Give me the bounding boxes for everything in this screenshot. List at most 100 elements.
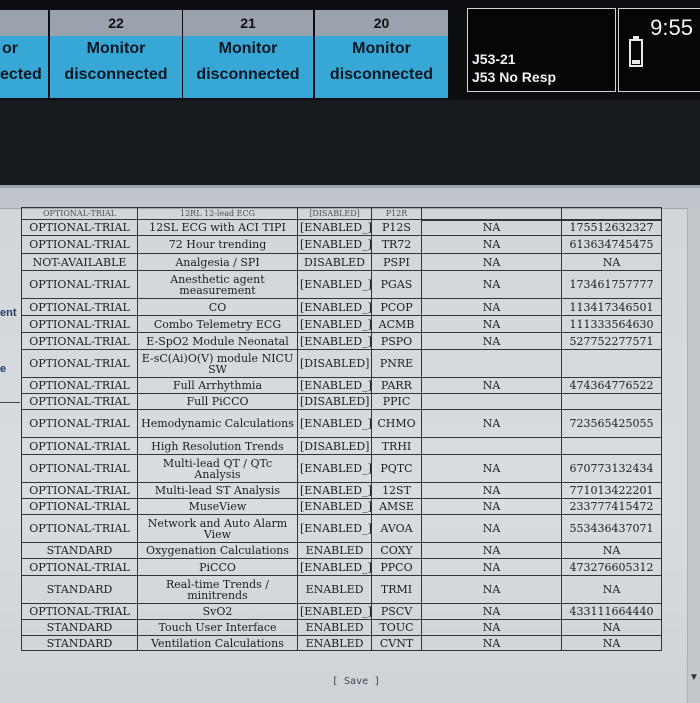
table-cell-key: 527752277571 xyxy=(561,332,662,350)
table-row[interactable]: OPTIONAL-TRIAL E-sC(Ai)O(V) module NICU S… xyxy=(21,349,662,378)
bed-number: 20 xyxy=(315,10,448,36)
table-cell-value: NA xyxy=(421,377,562,394)
battery-icon xyxy=(629,36,643,67)
bed-tile-20[interactable]: 20 Monitor disconnected xyxy=(315,10,448,98)
table-row[interactable]: OPTIONAL-TRIAL Multi-lead ST Analysis [ENA… xyxy=(21,482,662,499)
table-cell-code: TR72 xyxy=(371,235,422,254)
table-cell-code: COXY xyxy=(371,542,422,559)
table-cell-state: [ENABLED_] xyxy=(297,454,372,483)
table-cell-key: NA xyxy=(561,635,662,651)
table-cell-value xyxy=(421,207,562,221)
table-cell-state: [ENABLED_] xyxy=(297,235,372,254)
table-row[interactable]: OPTIONAL-TRIAL SvO2 [ENABLED_] PSCV NA 433111… xyxy=(21,603,662,620)
table-cell-status: NOT-AVAILABLE xyxy=(21,253,138,271)
table-cell-state: [ENABLED_] xyxy=(297,514,372,543)
table-row[interactable]: OPTIONAL-TRIAL 72 Hour trending [ENABLED_]… xyxy=(21,235,662,254)
table-row[interactable]: STANDARD Oxygenation Calculations ENABLED C… xyxy=(21,542,662,559)
bed-tile-partial[interactable]: or ected xyxy=(0,10,48,98)
table-row[interactable]: OPTIONAL-TRIAL E-SpO2 Module Neonatal [ENA… xyxy=(21,332,662,350)
save-button[interactable]: [ Save ] xyxy=(332,676,380,687)
table-cell-code: PSCV xyxy=(371,603,422,620)
table-cell-status: OPTIONAL-TRIAL xyxy=(21,349,138,378)
table-row[interactable]: OPTIONAL-TRIAL Multi-lead QT / QTc Analys… xyxy=(21,454,662,483)
table-cell-option: Multi-lead ST Analysis xyxy=(137,482,298,499)
table-cell-state: [ENABLED_] xyxy=(297,603,372,620)
table-cell-code: CVNT xyxy=(371,635,422,651)
table-row[interactable]: OPTIONAL-TRIAL 12SL ECG with ACI TIPI [ENA… xyxy=(21,219,662,236)
table-cell-state: DISABLED xyxy=(297,253,372,271)
table-cell-value: NA xyxy=(421,635,562,651)
table-cell-status: OPTIONAL-TRIAL xyxy=(21,377,138,394)
table-cell-key: NA xyxy=(561,619,662,636)
table-cell-code: PPCO xyxy=(371,558,422,576)
table-cell-option: Real-time Trends / minitrends xyxy=(137,575,298,604)
table-cell-value: NA xyxy=(421,482,562,499)
table-cell-option: Network and Auto Alarm View xyxy=(137,514,298,543)
table-row[interactable]: OPTIONAL-TRIAL Anesthetic agent measureme… xyxy=(21,270,662,299)
table-cell-status: OPTIONAL-TRIAL xyxy=(21,393,138,410)
table-cell-state: ENABLED xyxy=(297,619,372,636)
table-cell-key xyxy=(561,437,662,455)
table-cell-option: Full Arrhythmia xyxy=(137,377,298,394)
scroll-down-arrow-icon[interactable]: ▼ xyxy=(689,672,699,683)
table-row[interactable]: OPTIONAL-TRIAL Full PiCCO [DISABLED] PPIC xyxy=(21,393,662,410)
table-cell-option: E-SpO2 Module Neonatal xyxy=(137,332,298,350)
table-cell-option: CO xyxy=(137,298,298,316)
table-row[interactable]: OPTIONAL-TRIAL MuseView [ENABLED_] AMSE NA 23… xyxy=(21,498,662,515)
table-cell-state: [DISABLED] xyxy=(297,349,372,378)
table-cell-code: P12R xyxy=(371,207,422,220)
tile-line1: Monitor xyxy=(86,40,146,57)
license-table: OPTIONAL-TRIAL 12RL 12-lead ECG [DISABLED]… xyxy=(21,207,662,651)
table-row[interactable]: STANDARD Real-time Trends / minitrends ENA… xyxy=(21,575,662,604)
table-cell-value: NA xyxy=(421,575,562,604)
table-cell-state: ENABLED xyxy=(297,635,372,651)
table-cell-key: 553436437071 xyxy=(561,514,662,543)
table-cell-value: NA xyxy=(421,514,562,543)
table-cell-value: NA xyxy=(421,298,562,316)
table-cell-key: 771013422201 xyxy=(561,482,662,499)
table-row[interactable]: OPTIONAL-TRIAL CO [ENABLED_] PCOP NA 11341734… xyxy=(21,298,662,316)
table-row[interactable]: OPTIONAL-TRIAL Combo Telemetry ECG [ENABLE… xyxy=(21,315,662,333)
table-cell-code: PCOP xyxy=(371,298,422,316)
table-cell-option: 72 Hour trending xyxy=(137,235,298,254)
bed-tile-22[interactable]: 22 Monitor disconnected xyxy=(50,10,182,98)
table-row[interactable]: STANDARD Ventilation Calculations ENABLED C… xyxy=(21,635,662,651)
table-cell-value: NA xyxy=(421,270,562,299)
table-cell-value: NA xyxy=(421,253,562,271)
table-cell-value: NA xyxy=(421,409,562,438)
table-cell-value xyxy=(421,393,562,410)
table-cell-key: NA xyxy=(561,575,662,604)
patient-info-box[interactable]: J53-21 J53 No Resp xyxy=(467,8,616,92)
table-cell-option: SvO2 xyxy=(137,603,298,620)
table-cell-value: NA xyxy=(421,332,562,350)
table-cell-state: [ENABLED_] xyxy=(297,219,372,236)
table-cell-code: PNRE xyxy=(371,349,422,378)
table-row[interactable]: OPTIONAL-TRIAL Full Arrhythmia [ENABLED_] P… xyxy=(21,377,662,394)
table-row[interactable]: NOT-AVAILABLE Analgesia / SPI DISABLED PSPI… xyxy=(21,253,662,271)
table-cell-option: 12SL ECG with ACI TIPI xyxy=(137,219,298,236)
table-cell-status: OPTIONAL-TRIAL xyxy=(21,409,138,438)
table-row[interactable]: OPTIONAL-TRIAL PiCCO [ENABLED_] PPCO NA 47327… xyxy=(21,558,662,576)
table-cell-option: High Resolution Trends xyxy=(137,437,298,455)
table-cell-state: [ENABLED_] xyxy=(297,332,372,350)
side-label-ent: ent xyxy=(0,307,17,319)
table-cell-value: NA xyxy=(421,498,562,515)
bed-tile-21[interactable]: 21 Monitor disconnected xyxy=(183,10,313,98)
tile-line1: or xyxy=(2,40,18,57)
vertical-scrollbar[interactable]: ▼ xyxy=(687,208,700,703)
tile-line2: disconnected xyxy=(196,66,300,83)
table-row[interactable]: OPTIONAL-TRIAL Network and Auto Alarm Vie… xyxy=(21,514,662,543)
table-cell-option: MuseView xyxy=(137,498,298,515)
table-cell-code: AVOA xyxy=(371,514,422,543)
top-bar: or ected 22 Monitor disconnected 21 Moni… xyxy=(0,0,700,100)
table-cell-status: OPTIONAL-TRIAL xyxy=(21,219,138,236)
table-cell-state: [ENABLED_] xyxy=(297,270,372,299)
table-cell-status: OPTIONAL-TRIAL xyxy=(21,315,138,333)
panel-header-strip xyxy=(0,188,700,209)
tile-line1: Monitor xyxy=(352,40,411,57)
table-row[interactable]: OPTIONAL-TRIAL Hemodynamic Calculations [E… xyxy=(21,409,662,438)
table-cell-code: 12ST xyxy=(371,482,422,499)
table-row[interactable]: STANDARD Touch User Interface ENABLED TOUC N… xyxy=(21,619,662,636)
table-cell-code: PGAS xyxy=(371,270,422,299)
table-row[interactable]: OPTIONAL-TRIAL High Resolution Trends [DIS… xyxy=(21,437,662,455)
